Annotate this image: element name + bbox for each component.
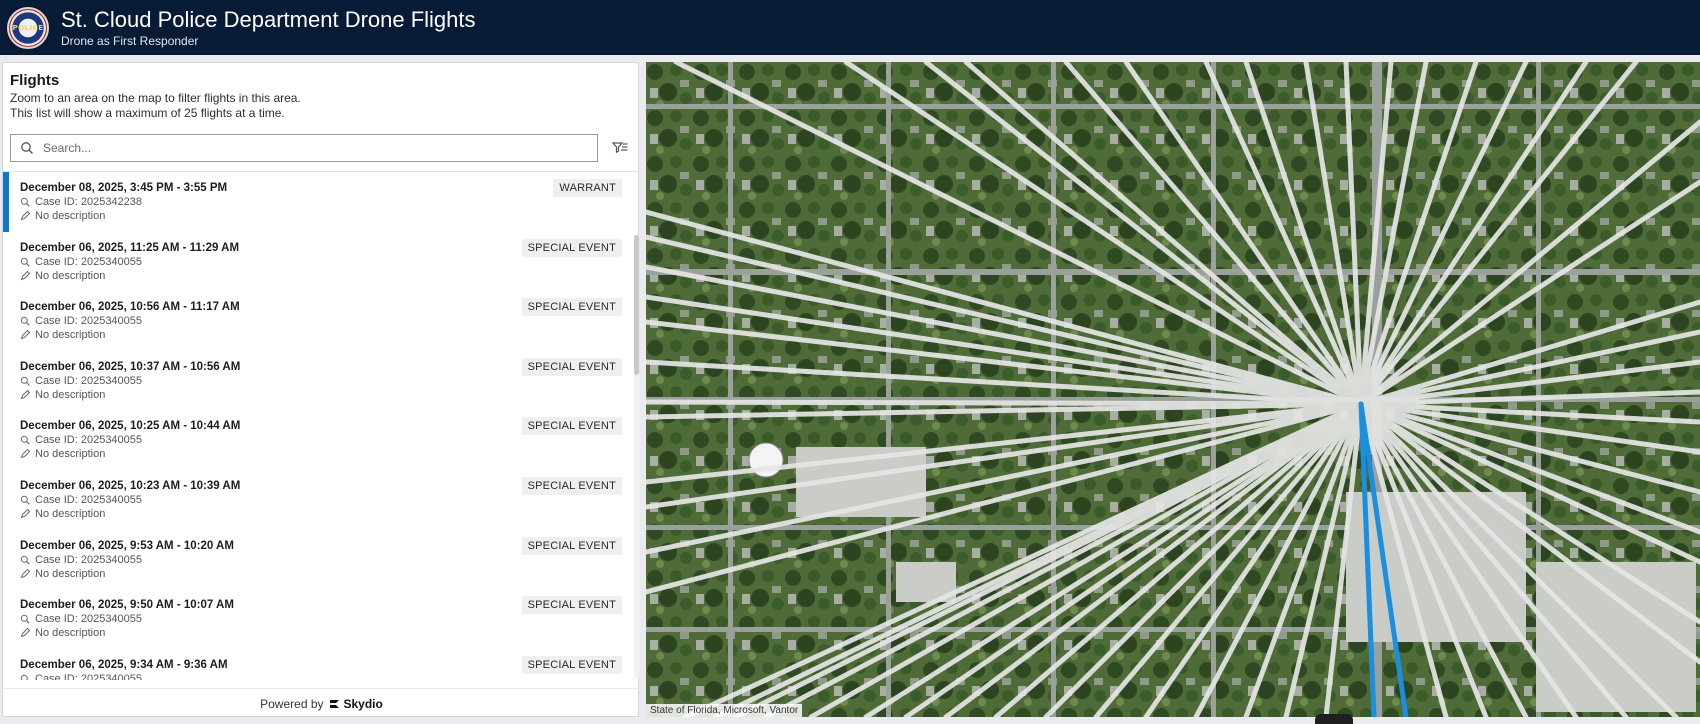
magnifier-icon: [20, 197, 30, 207]
flight-list-item[interactable]: December 06, 2025, 10:23 AM - 10:39 AM Ca…: [3, 470, 631, 530]
panel-description-2: This list will show a maximum of 25 flig…: [10, 106, 285, 120]
flight-description-line: No description: [20, 209, 631, 223]
magnifier-icon: [20, 555, 30, 565]
magnifier-icon: [20, 316, 30, 326]
pencil-icon: [20, 211, 30, 221]
panel-description-1: Zoom to an area on the map to filter fli…: [10, 91, 301, 105]
flight-list-item[interactable]: December 06, 2025, 10:25 AM - 10:44 AM Ca…: [3, 410, 631, 470]
flight-description-line: No description: [20, 626, 631, 640]
flight-category-badge: SPECIAL EVENT: [521, 476, 622, 495]
flight-case-line: Case ID: 2025340055: [20, 314, 631, 328]
pencil-icon: [20, 508, 30, 519]
pencil-icon: [20, 270, 30, 280]
magnifier-icon: [20, 495, 30, 505]
pencil-icon: [20, 389, 30, 400]
flight-case-id: Case ID: 2025342238: [35, 196, 143, 208]
flight-category-badge: WARRANT: [553, 179, 622, 197]
flight-description: No description: [35, 567, 106, 580]
flight-description: No description: [35, 269, 106, 282]
flight-case-line: Case ID: 2025340055: [20, 493, 631, 507]
map-attribution: State of Florida, Microsoft, Vantor: [646, 704, 803, 717]
powered-by-label: Powered by: [260, 696, 324, 711]
flight-category-badge: SPECIAL EVENT: [521, 357, 622, 376]
powered-by-footer: Powered by Skydio: [3, 688, 640, 718]
app-header: POLICE St. Cloud Police Department Drone…: [0, 0, 1700, 55]
magnifier-icon: [20, 614, 30, 624]
filter-list-icon[interactable]: [611, 139, 629, 157]
bottom-handle[interactable]: [1315, 714, 1353, 724]
flight-case-line: Case ID: 2025340055: [20, 433, 631, 447]
brand-name: Skydio: [343, 696, 383, 711]
search-icon: [21, 142, 33, 154]
flights-list: December 08, 2025, 3:45 PM - 3:55 PM Case…: [3, 172, 631, 680]
flight-case-id: Case ID: 2025340055: [35, 374, 143, 387]
magnifier-icon: [20, 257, 30, 267]
flight-list-item[interactable]: December 06, 2025, 10:56 AM - 11:17 AM Ca…: [3, 291, 631, 351]
flight-description: No description: [35, 507, 106, 520]
flight-list-item[interactable]: December 06, 2025, 10:37 AM - 10:56 AM Ca…: [3, 351, 631, 411]
flight-list-item[interactable]: December 06, 2025, 9:34 AM - 9:36 AM Case…: [3, 649, 631, 680]
magnifier-icon: [20, 436, 30, 445]
page-subtitle: Drone as First Responder: [61, 33, 199, 48]
flight-case-line: Case ID: 2025340055: [20, 255, 631, 269]
flight-time: December 08, 2025, 3:45 PM - 3:55 PM: [20, 182, 228, 194]
map-canvas[interactable]: [646, 62, 1700, 717]
flight-case-line: Case ID: 2025340055: [20, 374, 631, 388]
panel-title: Flights: [10, 72, 60, 89]
flight-description-line: No description: [20, 388, 631, 402]
flight-category-badge: SPECIAL EVENT: [521, 536, 622, 555]
flight-case-id: Case ID: 2025340055: [35, 255, 143, 268]
skydio-logo-icon: [329, 699, 339, 708]
flight-case-id: Case ID: 2025340055: [35, 613, 143, 626]
flight-case-id: Case ID: 2025340055: [35, 315, 143, 328]
flight-description-line: No description: [20, 269, 631, 283]
flight-category-badge: SPECIAL EVENT: [521, 238, 622, 257]
flight-description: No description: [35, 210, 106, 222]
flight-category-badge: SPECIAL EVENT: [521, 417, 622, 436]
flight-case-line: Case ID: 2025340055: [20, 612, 631, 626]
pencil-icon: [20, 568, 30, 578]
skydio-brand[interactable]: Skydio: [329, 697, 383, 711]
flight-map[interactable]: State of Florida, Microsoft, Vantor: [646, 62, 1700, 717]
flight-category-badge: SPECIAL EVENT: [521, 655, 622, 674]
pencil-icon: [20, 449, 30, 459]
flight-case-id: Case ID: 2025340055: [35, 434, 143, 447]
flight-list-item[interactable]: December 08, 2025, 3:45 PM - 3:55 PM Case…: [3, 172, 631, 232]
flights-panel: Flights Zoom to an area on the map to fi…: [2, 62, 640, 718]
search-input[interactable]: [43, 141, 583, 155]
search-box[interactable]: [10, 134, 598, 162]
flight-case-line: Case ID: 2025342238: [20, 195, 631, 209]
page-title: St. Cloud Police Department Drone Flight…: [61, 6, 476, 32]
flight-description: No description: [35, 388, 106, 401]
flight-case-id: Case ID: 2025340055: [35, 553, 143, 566]
flight-list-item[interactable]: December 06, 2025, 9:53 AM - 10:20 AM Cas…: [3, 530, 631, 590]
magnifier-icon: [20, 674, 28, 680]
flight-case-line: Case ID: 2025340055: [20, 553, 631, 567]
flight-category-badge: SPECIAL EVENT: [521, 596, 622, 615]
police-badge-logo: POLICE: [7, 6, 49, 49]
flight-description: No description: [35, 627, 106, 640]
logo-text: POLICE: [12, 23, 44, 32]
flight-description: No description: [35, 448, 106, 461]
flight-list-item[interactable]: December 06, 2025, 11:25 AM - 11:29 AM Ca…: [3, 232, 631, 292]
flight-case-id: Case ID: 2025340055: [35, 672, 143, 680]
flight-description-line: No description: [20, 567, 631, 581]
flight-description: No description: [35, 329, 106, 342]
pencil-icon: [20, 330, 30, 340]
flight-category-badge: SPECIAL EVENT: [521, 298, 622, 317]
flight-description-line: No description: [20, 447, 631, 461]
magnifier-icon: [20, 376, 30, 386]
pencil-icon: [20, 628, 30, 638]
flight-list-item[interactable]: December 06, 2025, 9:50 AM - 10:07 AM Cas…: [3, 589, 631, 649]
flight-description-line: No description: [20, 328, 631, 342]
flight-case-id: Case ID: 2025340055: [35, 493, 143, 506]
list-scrollbar-thumb[interactable]: [634, 235, 639, 375]
flight-description-line: No description: [20, 507, 631, 521]
